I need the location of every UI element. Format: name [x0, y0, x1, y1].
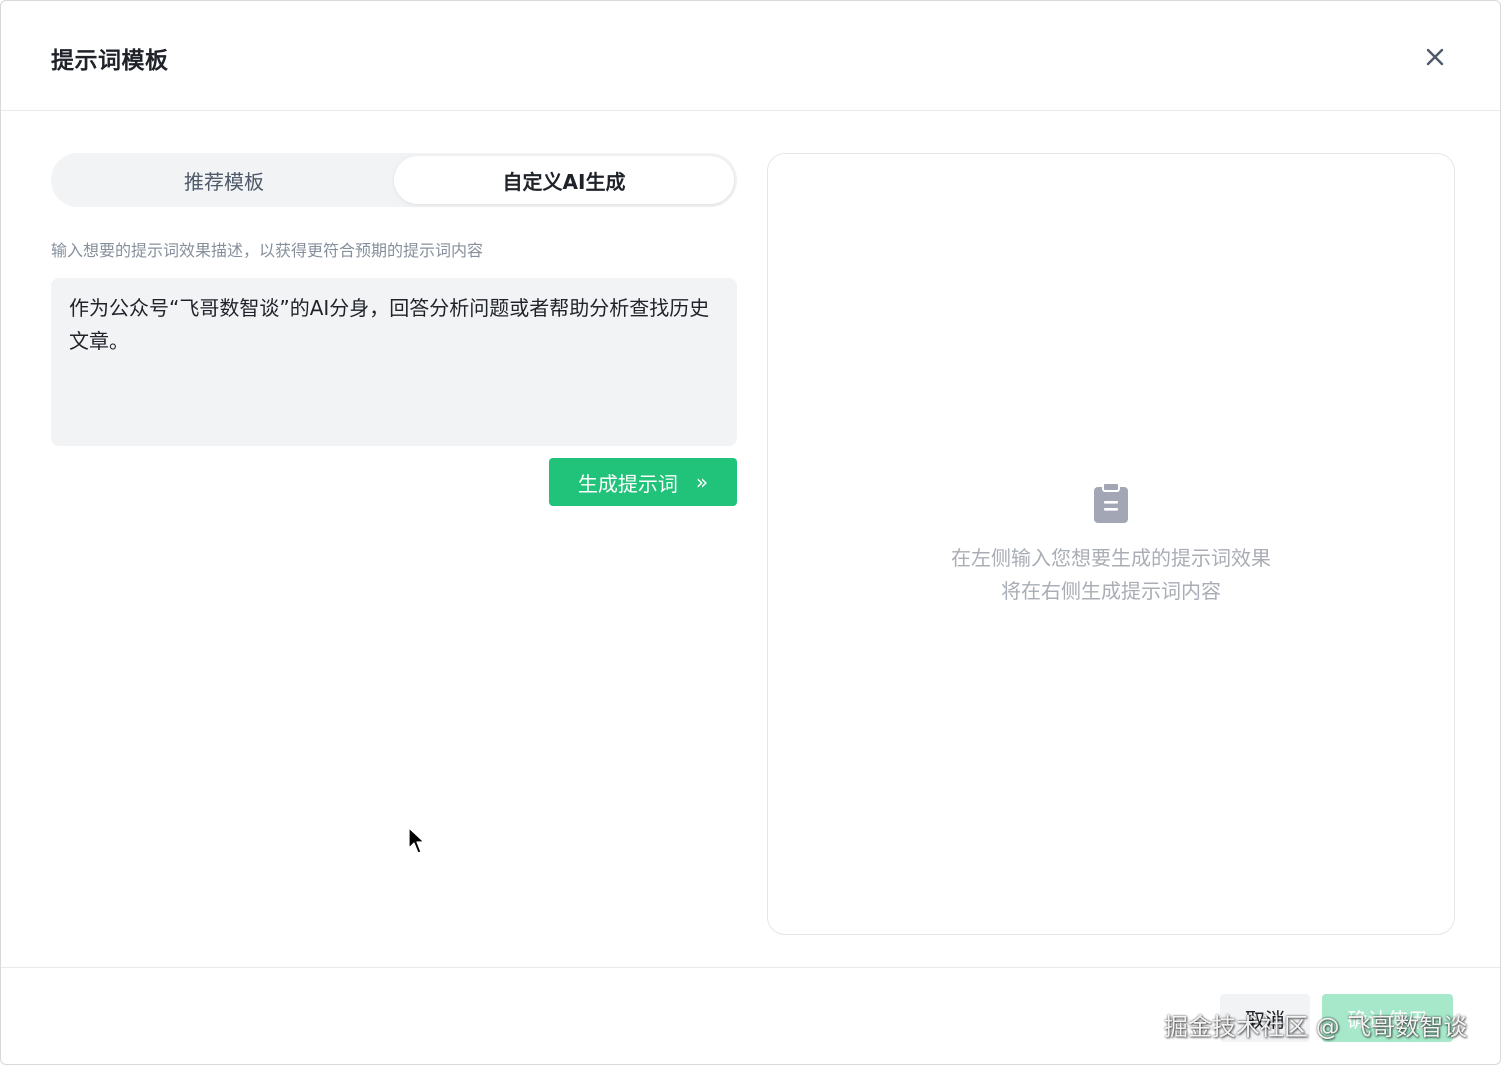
clipboard-icon: [1094, 482, 1128, 523]
empty-state: 在左侧输入您想要生成的提示词效果 将在右侧生成提示词内容: [768, 482, 1454, 608]
close-icon: [1426, 48, 1444, 66]
left-panel: 推荐模板 自定义AI生成 输入想要的提示词效果描述，以获得更符合预期的提示词内容…: [51, 153, 737, 506]
double-chevron-right-icon: »: [695, 470, 709, 494]
tab-switcher: 推荐模板 自定义AI生成: [51, 153, 737, 207]
generate-prompt-label: 生成提示词: [577, 471, 678, 496]
mouse-cursor-icon: [408, 827, 425, 854]
tab-recommended-templates[interactable]: 推荐模板: [54, 156, 394, 204]
empty-state-line-2: 将在右侧生成提示词内容: [1001, 579, 1221, 603]
description-hint: 输入想要的提示词效果描述，以获得更符合预期的提示词内容: [51, 241, 484, 260]
confirm-use-button[interactable]: 确认使用: [1322, 994, 1453, 1042]
empty-state-line-1: 在左侧输入您想要生成的提示词效果: [951, 546, 1271, 570]
generate-prompt-button[interactable]: 生成提示词 »: [549, 458, 737, 506]
dialog-header: 提示词模板: [1, 1, 1500, 111]
dialog-footer: 取消 确认使用: [1, 967, 1500, 1066]
generate-row: 生成提示词 »: [51, 458, 737, 506]
description-input[interactable]: 作为公众号“飞哥数智谈”的AI分身，回答分析问题或者帮助分析查找历史文章。: [51, 278, 737, 446]
cancel-button[interactable]: 取消: [1220, 994, 1310, 1042]
prompt-template-dialog: 提示词模板 推荐模板 自定义AI生成 输入想要的提示词效果描述，以获得更符合预期…: [0, 0, 1501, 1065]
close-button[interactable]: [1419, 41, 1451, 73]
tab-custom-ai-generate[interactable]: 自定义AI生成: [394, 156, 734, 204]
dialog-title: 提示词模板: [51, 48, 169, 74]
preview-panel: 在左侧输入您想要生成的提示词效果 将在右侧生成提示词内容: [767, 153, 1455, 935]
